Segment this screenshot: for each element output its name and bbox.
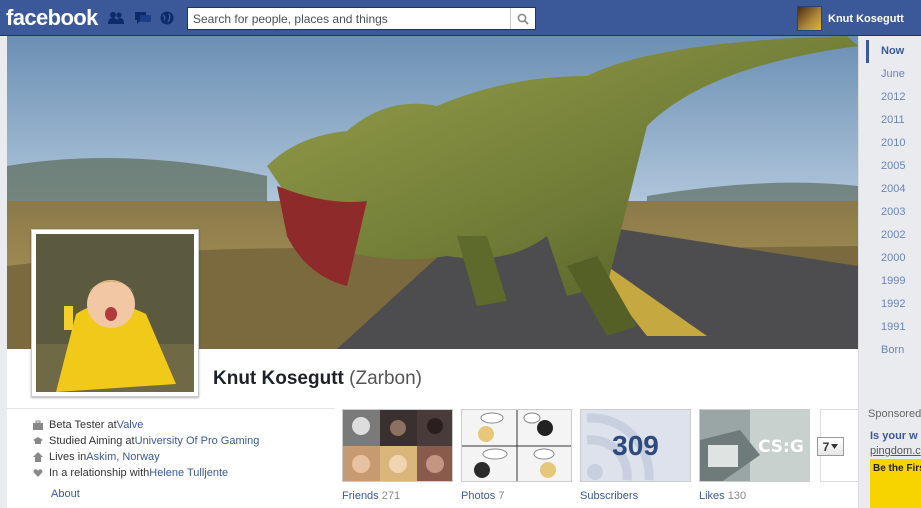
- likes-count: 130: [727, 490, 747, 502]
- about-link[interactable]: About: [51, 488, 80, 500]
- profile-picture[interactable]: [31, 229, 199, 397]
- info-education-text: Studied Aiming at: [49, 435, 135, 447]
- friend-requests-icon[interactable]: [108, 11, 124, 25]
- info-education-link[interactable]: University Of Pro Gaming: [135, 435, 260, 447]
- profile-name[interactable]: Knut Kosegutt (Zarbon): [213, 368, 422, 390]
- messages-icon[interactable]: [135, 11, 151, 25]
- info-relationship-text: In a relationship with: [49, 467, 150, 479]
- info-work: Beta Tester at Valve: [33, 417, 259, 433]
- photos-tile[interactable]: [461, 409, 572, 482]
- info-location-text: Lives in: [49, 451, 87, 463]
- likes-tile[interactable]: CS:G: [699, 409, 810, 482]
- photos-label: Photos: [461, 490, 496, 502]
- timeline-year-2004[interactable]: 2004: [866, 178, 921, 201]
- profile-alternate-name: (Zarbon): [349, 368, 423, 389]
- likes-tile-label[interactable]: Likes 130: [699, 490, 746, 502]
- timeline-year-1999[interactable]: 1999: [866, 270, 921, 293]
- timeline-year-now[interactable]: Now: [866, 40, 921, 63]
- more-apps-count: 7: [822, 439, 830, 454]
- timeline-year-1991[interactable]: 1991: [866, 316, 921, 339]
- info-education: Studied Aiming at University Of Pro Gami…: [33, 433, 259, 449]
- photos-tile-label[interactable]: Photos 7: [461, 490, 504, 502]
- ad-url[interactable]: pingdom.c: [870, 445, 921, 457]
- more-apps-button[interactable]: 7: [817, 437, 844, 456]
- svg-text:CS:G: CS:G: [758, 437, 804, 457]
- info-work-text: Beta Tester at: [49, 419, 117, 431]
- friends-count: 271: [381, 490, 401, 502]
- user-profile-link[interactable]: Knut Kosegutt: [797, 6, 904, 31]
- timeline-year-2005[interactable]: 2005: [866, 155, 921, 178]
- timeline-main: Knut Kosegutt (Zarbon) Beta Tester at Va…: [7, 36, 858, 508]
- briefcase-icon: [33, 420, 43, 430]
- avatar: [797, 6, 822, 31]
- ad-image[interactable]: Be the Firs: [870, 459, 921, 508]
- timeline-year-2010[interactable]: 2010: [866, 132, 921, 155]
- timeline-year-2002[interactable]: 2002: [866, 224, 921, 247]
- user-name: Knut Kosegutt: [828, 12, 904, 25]
- friends-tile-label[interactable]: Friends 271: [342, 490, 400, 502]
- graduation-cap-icon: [33, 437, 43, 444]
- top-navigation-bar: facebook Knut Kosegutt: [0, 0, 921, 36]
- subscribers-tile[interactable]: 309: [580, 409, 691, 482]
- timeline-year-1992[interactable]: 1992: [866, 293, 921, 316]
- timeline-year-2011[interactable]: 2011: [866, 109, 921, 132]
- sponsored-label: Sponsored: [868, 408, 921, 420]
- timeline-year-2000[interactable]: 2000: [866, 247, 921, 270]
- ad-image-text: Be the Firs: [873, 463, 921, 474]
- timeline-year-june[interactable]: June: [866, 63, 921, 86]
- search-box[interactable]: [187, 7, 536, 30]
- timeline-year-nav: Now June 2012 2011 2010 2005 2004 2003 2002 2000 1…: [866, 40, 921, 362]
- subscribers-label: Subscribers: [580, 490, 639, 502]
- timeline-year-2012[interactable]: 2012: [866, 86, 921, 109]
- info-relationship: In a relationship with Helene Tulljente: [33, 465, 259, 481]
- info-list: Beta Tester at Valve Studied Aiming at U…: [33, 417, 259, 481]
- profile-info-box: Beta Tester at Valve Studied Aiming at U…: [7, 408, 335, 508]
- friends-tile[interactable]: [342, 409, 453, 482]
- house-icon: [33, 452, 43, 462]
- info-location-link[interactable]: Askim, Norway: [86, 451, 159, 463]
- heart-icon: [33, 469, 43, 477]
- chevron-down-icon: [831, 444, 839, 449]
- info-relationship-link[interactable]: Helene Tulljente: [149, 467, 228, 479]
- info-location: Lives in Askim, Norway: [33, 449, 259, 465]
- info-work-link[interactable]: Valve: [117, 419, 144, 431]
- column-divider: [858, 36, 859, 508]
- search-button[interactable]: [510, 8, 535, 29]
- ad-title[interactable]: Is your w: [870, 430, 918, 442]
- subscribers-count: 309: [612, 430, 659, 461]
- notifications-globe-icon[interactable]: [159, 11, 175, 25]
- friends-label: Friends: [342, 490, 379, 502]
- search-input[interactable]: [188, 8, 510, 29]
- likes-label: Likes: [699, 490, 725, 502]
- timeline-year-2003[interactable]: 2003: [866, 201, 921, 224]
- subscribers-tile-label[interactable]: Subscribers: [580, 490, 638, 502]
- timeline-year-born[interactable]: Born: [866, 339, 921, 362]
- search-icon: [517, 13, 529, 25]
- profile-display-name: Knut Kosegutt: [213, 368, 344, 389]
- facebook-logo[interactable]: facebook: [6, 5, 98, 31]
- photos-count: 7: [498, 490, 505, 502]
